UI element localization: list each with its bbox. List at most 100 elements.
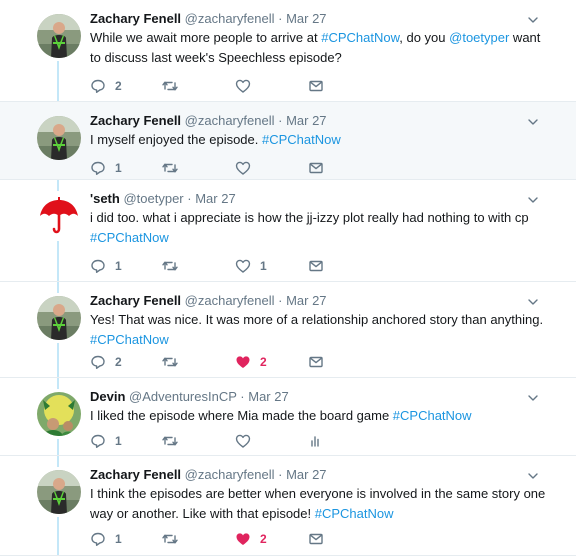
user-handle[interactable]: @zacharyfenell xyxy=(185,293,275,308)
tweet-menu-button[interactable] xyxy=(527,13,539,25)
hashtag-link[interactable]: #CPChatNow xyxy=(90,332,169,347)
like-button[interactable] xyxy=(235,77,260,95)
timestamp[interactable]: Mar 27 xyxy=(195,191,235,206)
direct-message-button[interactable] xyxy=(308,77,324,95)
hashtag-link[interactable]: #CPChatNow xyxy=(393,408,472,423)
avatar[interactable] xyxy=(37,116,81,160)
like-button[interactable]: 2 xyxy=(235,353,267,371)
tweet-menu-button[interactable] xyxy=(527,115,539,127)
direct-message-button[interactable] xyxy=(308,530,324,548)
tweet-menu-button[interactable] xyxy=(527,469,539,481)
mail-icon xyxy=(309,356,323,368)
like-icon xyxy=(235,434,251,448)
reply-count: 1 xyxy=(115,161,122,175)
avatar-photo xyxy=(37,392,81,436)
user-handle[interactable]: @zacharyfenell xyxy=(185,467,275,482)
reply-button[interactable]: 2 xyxy=(90,353,122,371)
tweet-menu-button[interactable] xyxy=(527,391,539,403)
timestamp[interactable]: Mar 27 xyxy=(286,293,326,308)
avatar-photo xyxy=(37,14,81,58)
reply-count: 1 xyxy=(115,532,122,546)
reply-button[interactable]: 1 xyxy=(90,530,122,548)
timestamp[interactable]: Mar 27 xyxy=(248,389,288,404)
user-handle[interactable]: @AdventuresInCP xyxy=(129,389,237,404)
retweet-button[interactable] xyxy=(162,257,187,275)
tweet-text-segment: i did too. what i appreciate is how the … xyxy=(90,210,529,225)
like-button[interactable] xyxy=(235,432,260,450)
like-button[interactable]: 1 xyxy=(235,257,267,275)
tweet-text: I think the episodes are better when eve… xyxy=(90,484,550,524)
user-handle[interactable]: @zacharyfenell xyxy=(185,113,275,128)
separator-dot: · xyxy=(278,293,283,308)
retweet-button[interactable] xyxy=(162,432,187,450)
tweet-menu-button[interactable] xyxy=(527,295,539,307)
tweet[interactable]: 'seth @toetyper · Mar 27 i did too. what … xyxy=(0,180,576,282)
tweet-header: 'seth @toetyper · Mar 27 xyxy=(90,190,236,207)
tweet-header: Zachary Fenell @zacharyfenell · Mar 27 xyxy=(90,10,327,27)
tweet-header: Zachary Fenell @zacharyfenell · Mar 27 xyxy=(90,112,327,129)
avatar[interactable] xyxy=(37,470,81,514)
retweet-icon xyxy=(162,436,178,446)
display-name[interactable]: Devin xyxy=(90,389,125,404)
hashtag-link[interactable]: #CPChatNow xyxy=(90,230,169,245)
like-button[interactable] xyxy=(235,159,260,177)
display-name[interactable]: Zachary Fenell xyxy=(90,113,181,128)
reply-button[interactable]: 2 xyxy=(90,77,122,95)
retweet-button[interactable] xyxy=(162,77,187,95)
hashtag-link[interactable]: #CPChatNow xyxy=(321,30,399,45)
timestamp[interactable]: Mar 27 xyxy=(286,467,326,482)
tweet-text-segment: I liked the episode where Mia made the b… xyxy=(90,408,393,423)
tweet-text: I liked the episode where Mia made the b… xyxy=(90,406,550,426)
reply-count: 1 xyxy=(115,259,122,273)
hashtag-link[interactable]: #CPChatNow xyxy=(262,132,341,147)
reply-icon xyxy=(91,532,105,546)
user-handle[interactable]: @zacharyfenell xyxy=(185,11,275,26)
direct-message-button[interactable] xyxy=(308,159,324,177)
separator-dot: · xyxy=(240,389,245,404)
reply-button[interactable]: 1 xyxy=(90,432,122,450)
tweet-menu-button[interactable] xyxy=(527,193,539,205)
umbrella-avatar-icon xyxy=(37,194,81,238)
tweet[interactable]: Zachary Fenell @zacharyfenell · Mar 27 I … xyxy=(0,102,576,180)
reply-icon xyxy=(91,79,105,93)
timestamp[interactable]: Mar 27 xyxy=(286,11,326,26)
tweet[interactable]: Zachary Fenell @zacharyfenell · Mar 27 Wh… xyxy=(0,0,576,102)
user-handle[interactable]: @toetyper xyxy=(123,191,183,206)
direct-message-button[interactable] xyxy=(308,353,324,371)
tweet[interactable]: Zachary Fenell @zacharyfenell · Mar 27 I … xyxy=(0,456,576,556)
retweet-icon xyxy=(162,261,178,271)
display-name[interactable]: Zachary Fenell xyxy=(90,11,181,26)
avatar[interactable] xyxy=(37,194,81,238)
reply-button[interactable]: 1 xyxy=(90,257,122,275)
chevron-down-icon xyxy=(528,395,538,401)
mail-icon xyxy=(309,533,323,545)
display-name[interactable]: 'seth xyxy=(90,191,120,206)
direct-message-button[interactable] xyxy=(308,257,324,275)
chevron-down-icon xyxy=(528,299,538,305)
tweet[interactable]: Devin @AdventuresInCP · Mar 27 I liked th… xyxy=(0,378,576,456)
analytics-button[interactable] xyxy=(308,432,324,450)
avatar-photo xyxy=(37,116,81,160)
display-name[interactable]: Zachary Fenell xyxy=(90,467,181,482)
avatar[interactable] xyxy=(37,14,81,58)
mention-link[interactable]: @toetyper xyxy=(449,30,509,45)
avatar[interactable] xyxy=(37,392,81,436)
like-button[interactable]: 2 xyxy=(235,530,267,548)
reply-count: 2 xyxy=(115,79,122,93)
retweet-button[interactable] xyxy=(162,353,187,371)
tweet[interactable]: Zachary Fenell @zacharyfenell · Mar 27 Ye… xyxy=(0,282,576,378)
hashtag-link[interactable]: #CPChatNow xyxy=(315,506,394,521)
separator-dot: · xyxy=(278,467,283,482)
reply-button[interactable]: 1 xyxy=(90,159,122,177)
mail-icon xyxy=(309,162,323,174)
avatar[interactable] xyxy=(37,296,81,340)
tweet-text-segment: While we await more people to arrive at xyxy=(90,30,322,45)
retweet-button[interactable] xyxy=(162,530,187,548)
tweet-header: Zachary Fenell @zacharyfenell · Mar 27 xyxy=(90,292,327,309)
liked-heart-icon xyxy=(236,356,250,368)
retweet-icon xyxy=(162,534,178,544)
separator-dot: · xyxy=(278,113,283,128)
display-name[interactable]: Zachary Fenell xyxy=(90,293,181,308)
retweet-button[interactable] xyxy=(162,159,187,177)
timestamp[interactable]: Mar 27 xyxy=(286,113,326,128)
